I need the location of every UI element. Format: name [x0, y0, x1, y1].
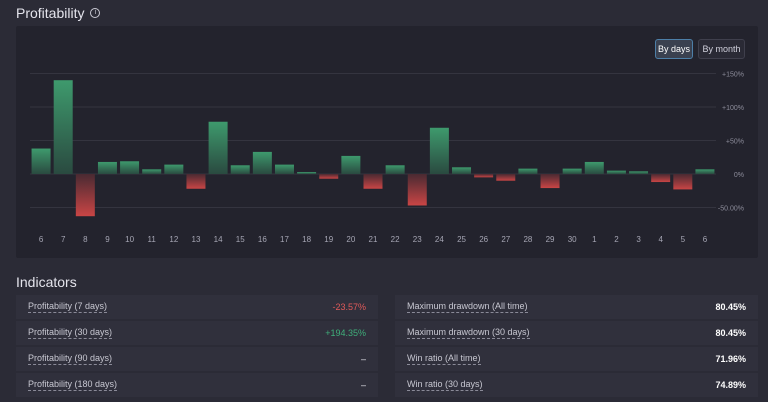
indicator-label[interactable]: Maximum drawdown (30 days) [407, 327, 530, 339]
bar[interactable] [407, 174, 427, 206]
x-tick-label: 11 [148, 235, 157, 244]
x-tick-label: 25 [457, 235, 466, 244]
x-tick-label: 27 [501, 235, 510, 244]
x-tick-label: 8 [83, 235, 88, 244]
profitability-title: Profitability i [16, 5, 101, 21]
x-tick-label: 13 [192, 235, 201, 244]
y-tick-label: -50.00% [718, 206, 744, 213]
bar[interactable] [651, 174, 671, 183]
bar[interactable] [274, 164, 294, 174]
indicator-row: Profitability (30 days) +194.35% [16, 321, 378, 345]
x-tick-label: 18 [302, 235, 311, 244]
x-tick-label: 12 [169, 235, 178, 244]
bar[interactable] [496, 174, 516, 181]
indicator-label[interactable]: Win ratio (30 days) [407, 379, 483, 391]
indicator-value: 80.45% [715, 328, 746, 338]
bar[interactable] [629, 171, 649, 174]
indicator-row: Win ratio (All time) 71.96% [395, 347, 758, 371]
indicator-label[interactable]: Profitability (7 days) [28, 301, 108, 313]
x-tick-label: 6 [39, 235, 44, 244]
bar[interactable] [142, 169, 162, 174]
x-tick-label: 29 [546, 235, 555, 244]
indicator-label[interactable]: Win ratio (All time) [407, 353, 481, 365]
bar[interactable] [208, 121, 228, 174]
bar[interactable] [164, 164, 184, 174]
x-tick-label: 2 [614, 235, 619, 244]
bar[interactable] [695, 169, 715, 174]
bar[interactable] [186, 174, 206, 189]
x-tick-label: 24 [435, 235, 444, 244]
indicator-label[interactable]: Profitability (90 days) [28, 353, 113, 365]
indicator-value: – [360, 380, 366, 390]
indicator-label[interactable]: Profitability (30 days) [28, 327, 113, 339]
x-tick-label: 14 [214, 235, 223, 244]
y-tick-label: +150% [722, 72, 744, 79]
bar[interactable] [363, 174, 383, 189]
bar[interactable] [606, 170, 626, 174]
x-tick-label: 17 [280, 235, 289, 244]
y-tick-label: +100% [722, 105, 744, 112]
bar[interactable] [75, 174, 95, 217]
x-tick-label: 10 [125, 235, 134, 244]
indicator-row: Profitability (7 days) -23.57% [16, 295, 378, 319]
y-tick-label: 0% [734, 172, 744, 179]
indicator-value: +194.35% [325, 328, 366, 338]
indicator-value: – [360, 354, 366, 364]
bar[interactable] [230, 165, 250, 174]
x-tick-label: 15 [236, 235, 245, 244]
bar[interactable] [385, 165, 405, 174]
bar[interactable] [341, 155, 361, 174]
x-tick-label: 30 [568, 235, 577, 244]
x-tick-label: 16 [258, 235, 267, 244]
x-tick-label: 19 [324, 235, 333, 244]
x-tick-label: 5 [681, 235, 686, 244]
bar[interactable] [319, 174, 339, 179]
bar[interactable] [53, 80, 73, 174]
indicators-title: Indicators [16, 274, 77, 290]
bar[interactable] [97, 161, 117, 174]
y-tick-label: +50% [726, 139, 744, 146]
profitability-bar-chart: +150%+100%+50%0%-50.00%6 7 8 9 10 11 12 13 14 15 1… [30, 72, 744, 244]
indicator-value: 71.96% [715, 354, 746, 364]
x-tick-label: 22 [391, 235, 400, 244]
x-tick-label: 9 [105, 235, 110, 244]
x-tick-label: 23 [413, 235, 422, 244]
x-tick-label: 6 [703, 235, 708, 244]
indicator-row: Maximum drawdown (30 days) 80.45% [395, 321, 758, 345]
indicator-value: 80.45% [715, 302, 746, 312]
x-tick-label: 28 [523, 235, 532, 244]
indicator-value: -23.57% [332, 302, 366, 312]
bar[interactable] [429, 127, 449, 174]
bar[interactable] [474, 174, 494, 178]
indicator-value: 74.89% [715, 380, 746, 390]
indicator-row: Win ratio (30 days) 74.89% [395, 373, 758, 397]
bar[interactable] [252, 151, 272, 174]
bar[interactable] [31, 148, 51, 174]
x-tick-label: 26 [479, 235, 488, 244]
info-icon[interactable]: i [90, 8, 101, 18]
bar[interactable] [452, 167, 472, 174]
indicator-row: Maximum drawdown (All time) 80.45% [395, 295, 758, 319]
x-tick-label: 7 [61, 235, 66, 244]
indicator-label[interactable]: Profitability (180 days) [28, 379, 118, 391]
x-tick-label: 20 [346, 235, 355, 244]
bar[interactable] [673, 174, 693, 190]
profitability-chart-panel: By days By month +150% +100% +50% 0% -50.00%… [16, 26, 758, 258]
x-tick-label: 3 [636, 235, 641, 244]
indicator-label[interactable]: Maximum drawdown (All time) [407, 301, 528, 313]
bar[interactable] [120, 161, 140, 174]
bar[interactable] [562, 168, 582, 174]
bar[interactable] [540, 174, 560, 189]
bar[interactable] [518, 168, 538, 174]
profitability-title-text: Profitability [16, 5, 85, 21]
indicator-row: Profitability (90 days) – [16, 347, 378, 371]
x-tick-label: 4 [658, 235, 663, 244]
x-tick-label: 1 [592, 235, 597, 244]
indicator-row: Profitability (180 days) – [16, 373, 378, 397]
x-tick-label: 21 [369, 235, 378, 244]
bar[interactable] [297, 171, 317, 174]
bar[interactable] [584, 161, 604, 174]
